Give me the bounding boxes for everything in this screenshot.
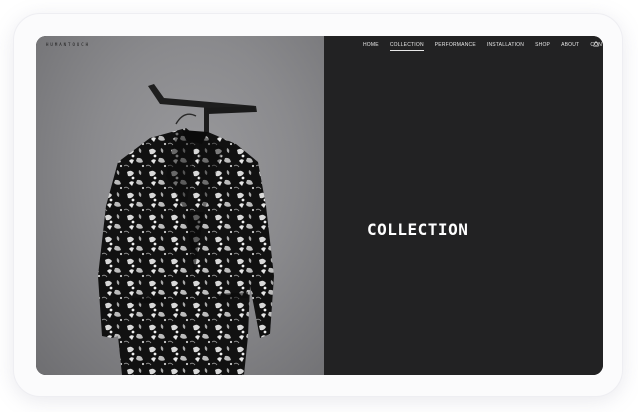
shopping-bag-icon[interactable] — [593, 41, 599, 47]
nav-item-collection[interactable]: COLLECTION — [389, 42, 424, 51]
nav-item-performance[interactable]: PERFORMANCE — [435, 42, 476, 51]
nav-item-home[interactable]: HOME — [363, 42, 379, 51]
jacket-on-hanger-image — [98, 84, 274, 375]
website-screen: HUMANTOUCH HOME COLLECTION PERFORMANCE I… — [36, 36, 603, 375]
nav-item-shop[interactable]: SHOP — [535, 42, 550, 51]
page-title: COLLECTION — [367, 220, 469, 239]
hero-photo-panel: HUMANTOUCH — [36, 36, 324, 375]
brand-logo[interactable]: HUMANTOUCH — [46, 42, 90, 47]
nav-item-installation[interactable]: INSTALLATION — [487, 42, 524, 51]
nav-item-about[interactable]: ABOUT — [561, 42, 579, 51]
title-panel — [324, 36, 603, 375]
main-navigation: HOME COLLECTION PERFORMANCE INSTALLATION… — [363, 42, 603, 51]
